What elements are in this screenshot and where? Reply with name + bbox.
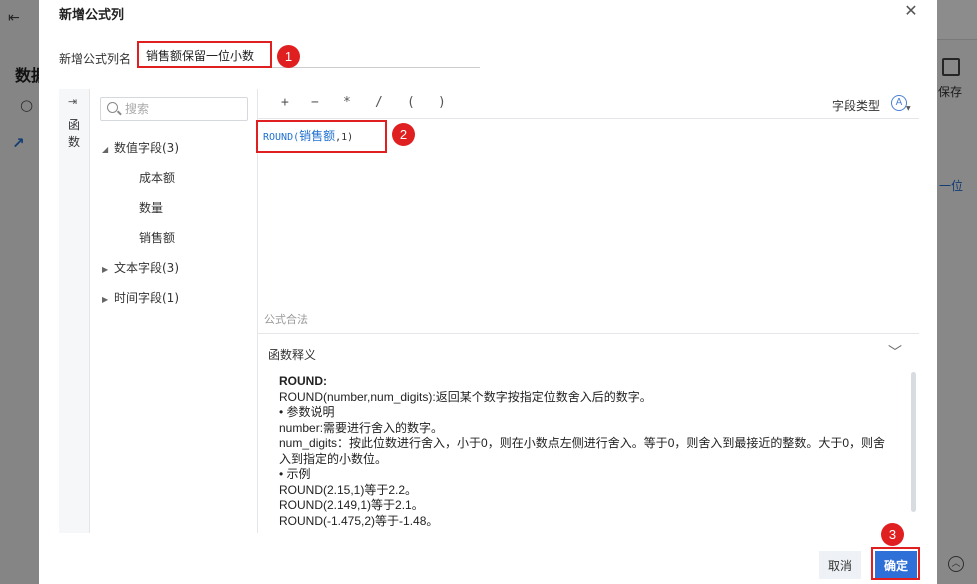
explanation-line: num_digits：按此位数进行舍入，小于0，则在小数点左侧进行舍入。等于0，… <box>279 436 886 450</box>
field-type-icon[interactable]: A <box>891 95 907 111</box>
caret-down-icon: ◢ <box>102 145 109 154</box>
explanation-line: ROUND(number,num_digits):返回某个数字按指定位数舍入后的… <box>279 389 652 404</box>
caret-right-icon: ▶ <box>102 295 109 304</box>
explanation-body: ROUND: ROUND(number,num_digits):返回某个数字按指… <box>279 374 889 529</box>
formula-editor[interactable]: ROUND(销售额,1) <box>263 127 353 144</box>
chevron-down-icon[interactable]: ﹀ <box>888 342 902 362</box>
tree-group-numeric[interactable]: ◢ 数值字段(3) <box>102 139 179 156</box>
tree-group-label: 文本字段(3) <box>114 261 179 275</box>
operator-toolbar: + − * / ( ) 字段类型 A ▼ <box>258 89 919 119</box>
cancel-button[interactable]: 取消 <box>819 551 861 579</box>
explanation-line: • 示例 <box>279 467 311 481</box>
formula-args: ,1) <box>335 132 354 143</box>
explanation-line: ROUND(2.149,1)等于2.1。 <box>279 498 424 512</box>
explanation-line: ROUND(-1.475,2)等于-1.48。 <box>279 513 439 528</box>
field-type-dropdown-icon[interactable]: ▼ <box>906 105 911 112</box>
tree-group-time[interactable]: ▶ 时间字段(1) <box>102 289 179 306</box>
caret-right-icon: ▶ <box>102 265 109 274</box>
explanation-line: ROUND(2.15,1)等于2.2。 <box>279 482 418 497</box>
function-rail[interactable]: ⇥ 函数 <box>59 89 90 533</box>
divide-operator-button[interactable]: / <box>375 95 383 110</box>
explanation-scrollbar[interactable] <box>911 372 916 512</box>
column-name-input[interactable] <box>138 44 480 68</box>
plus-operator-button[interactable]: + <box>281 95 289 110</box>
tree-field-sales[interactable]: 销售额 <box>139 229 175 246</box>
annotation-badge-3: 3 <box>881 523 904 546</box>
annotation-badge-1: 1 <box>277 45 300 68</box>
formula-valid-status: 公式合法 <box>264 313 308 326</box>
field-search-input[interactable] <box>125 100 243 118</box>
field-panel: ◢ 数值字段(3) 成本额 数量 销售额 ▶ 文本字段(3) ▶ 时间字段(1) <box>90 89 258 533</box>
explanation-function-name: ROUND: <box>279 374 327 388</box>
expand-panel-icon[interactable]: ⇥ <box>68 95 77 108</box>
column-name-label: 新增公式列名 <box>59 52 132 66</box>
open-paren-button[interactable]: ( <box>407 95 415 110</box>
tree-group-text[interactable]: ▶ 文本字段(3) <box>102 259 179 276</box>
search-icon <box>107 102 118 113</box>
tree-field-quantity[interactable]: 数量 <box>139 199 163 216</box>
formula-field-chip[interactable]: 销售额 <box>299 129 335 143</box>
close-paren-button[interactable]: ) <box>438 95 446 110</box>
new-formula-column-dialog: 新增公式列 ✕ 新增公式列名 1 ⇥ 函数 ◢ 数值字段(3) 成本额 数量 销售… <box>39 0 937 584</box>
tree-field-cost[interactable]: 成本额 <box>139 169 175 186</box>
explanation-line: • 参数说明 <box>279 405 335 419</box>
explanation-line: 入到指定的小数位。 <box>279 451 388 466</box>
formula-function: ROUND( <box>263 132 300 143</box>
minus-operator-button[interactable]: − <box>311 95 319 110</box>
dialog-title: 新增公式列 <box>59 8 125 23</box>
tree-group-label: 数值字段(3) <box>114 141 179 155</box>
explanation-line: number:需要进行舍入的数字。 <box>279 420 444 435</box>
function-explanation-panel: 函数释义 ﹀ ROUND: ROUND(number,num_digits):返… <box>258 333 919 533</box>
field-type-label: 字段类型 <box>832 99 881 113</box>
multiply-operator-button[interactable]: * <box>343 95 351 110</box>
confirm-button[interactable]: 确定 <box>875 551 917 579</box>
function-tab-label[interactable]: 函数 <box>66 117 82 151</box>
tree-group-label: 时间字段(1) <box>114 291 179 305</box>
close-icon[interactable]: ✕ <box>903 2 919 20</box>
field-search-box[interactable] <box>100 97 248 121</box>
annotation-badge-2: 2 <box>392 123 415 146</box>
explanation-header: 函数释义 <box>268 348 317 362</box>
